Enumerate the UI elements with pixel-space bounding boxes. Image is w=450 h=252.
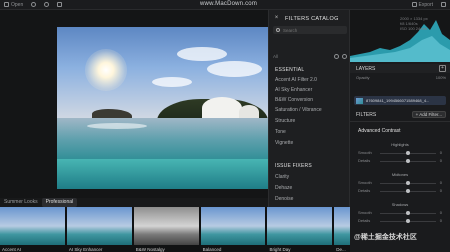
layer-thumbnail [356,97,363,104]
subgroup-label: Shadows [391,202,409,207]
divider [350,121,450,122]
catalog-item[interactable]: Tone [275,129,286,135]
slider-knob[interactable] [406,189,410,193]
open-button[interactable]: Open [0,0,27,10]
close-icon[interactable]: × [273,15,280,22]
catalog-title: FILTERS CATALOG [285,16,339,22]
add-filter-button[interactable]: + Add Filter... [411,111,446,118]
search-icon [276,28,280,32]
slider-midtones-details[interactable]: Details 0 [358,188,442,194]
slider-midtones-smooth[interactable]: Smooth 0 [358,180,442,186]
filter-scope-label[interactable]: All [273,54,278,59]
photo-tent [202,97,242,119]
filter-group-title[interactable]: Advanced Contrast [358,128,401,134]
share-button[interactable] [437,0,450,10]
undo-button[interactable] [27,0,40,10]
look-thumbnail[interactable]: Bright Day [267,207,333,252]
layer-name: 87609841_1994566071589468_4... [366,98,430,103]
slider-shadows-details[interactable]: Details 0 [358,218,442,224]
subgroup-label: Midtones [391,172,409,177]
tab-summer-looks[interactable]: Summer Looks [0,198,42,207]
redo-icon [44,2,50,7]
tab-professional[interactable]: Professional [41,198,78,207]
compare-button[interactable] [53,0,66,10]
slider-highlights-smooth[interactable]: Smooth 0 [358,150,442,156]
redo-button[interactable] [40,0,53,10]
section-essential: ESSENTIAL [275,67,305,73]
catalog-item[interactable]: Dehaze [275,185,292,191]
folder-icon [4,2,9,7]
catalog-item[interactable]: Structure [275,118,295,124]
catalog-filter-row: All [273,52,347,60]
looks-filmstrip: Accent AI AI Sky Enhancer B&W Nostalgy B… [0,207,351,252]
undo-icon [31,2,37,7]
corner-watermark: @稀土掘金技术社区 [354,234,417,241]
image-canvas[interactable] [0,10,268,198]
photo-cloud [177,47,227,61]
look-thumbnail[interactable]: Accent AI [0,207,65,252]
image-info: ISO 100 24mm [400,26,427,31]
compare-icon [57,2,63,7]
slider-knob[interactable] [406,211,410,215]
add-layer-icon[interactable]: + [439,65,446,72]
histogram: 2000 × 1334 px f/8 1/640s ISO 100 24mm [350,10,450,62]
slider-knob[interactable] [406,151,410,155]
catalog-item[interactable]: AI Sky Enhancer [275,87,312,93]
filters-header: FILTERS + Add Filter... [350,110,450,119]
filters-title: FILTERS [356,111,377,118]
layers-header[interactable]: LAYERS + [350,64,450,73]
opacity-label: Opacity [356,75,370,80]
subgroup-label: Highlights [391,142,409,147]
looks-tabs: Summer Looks Professional [0,198,268,207]
catalog-item[interactable]: Denoise [275,196,293,202]
favorite-icon[interactable] [334,53,339,59]
photo-glare [87,123,147,129]
catalog-search[interactable] [273,26,347,34]
search-input[interactable] [283,27,343,33]
look-thumbnail[interactable]: AI Sky Enhancer [66,207,132,252]
photo-cloud [152,77,192,87]
layers-title: LAYERS [356,65,376,72]
opacity-row[interactable]: Opacity 100% [356,75,446,81]
catalog-item[interactable]: Accent AI Filter 2.0 [275,77,317,83]
look-thumbnail[interactable]: Balanced [200,207,266,252]
slider-highlights-details[interactable]: Details 0 [358,158,442,164]
photo-pool [57,159,268,189]
photo-preview [57,27,268,189]
catalog-item[interactable]: B&W Conversion [275,97,313,103]
look-thumbnail[interactable]: B&W Nostalgy [133,207,199,252]
share-icon [441,2,446,7]
settings-icon[interactable] [342,53,347,59]
adjustments-panel: 2000 × 1334 px f/8 1/640s ISO 100 24mm L… [350,10,450,252]
slider-knob[interactable] [406,219,410,223]
slider-knob[interactable] [406,181,410,185]
catalog-item[interactable]: Saturation / Vibrance [275,107,322,113]
look-thumbnail[interactable]: De... [334,207,351,252]
export-icon [411,2,417,7]
slider-shadows-smooth[interactable]: Smooth 0 [358,210,442,216]
catalog-item[interactable]: Clarity [275,174,289,180]
export-button[interactable]: Export [408,0,437,10]
photo-sun [85,49,127,91]
site-watermark: www.MacDown.com [200,1,258,7]
slider-knob[interactable] [406,159,410,163]
section-issue-fixers: ISSUE FIXERS [275,163,312,169]
opacity-value: 100% [435,75,446,80]
catalog-item[interactable]: Vignette [275,140,293,146]
layer-item[interactable]: 87609841_1994566071589468_4... [354,96,446,105]
photo-cloud [207,61,262,77]
